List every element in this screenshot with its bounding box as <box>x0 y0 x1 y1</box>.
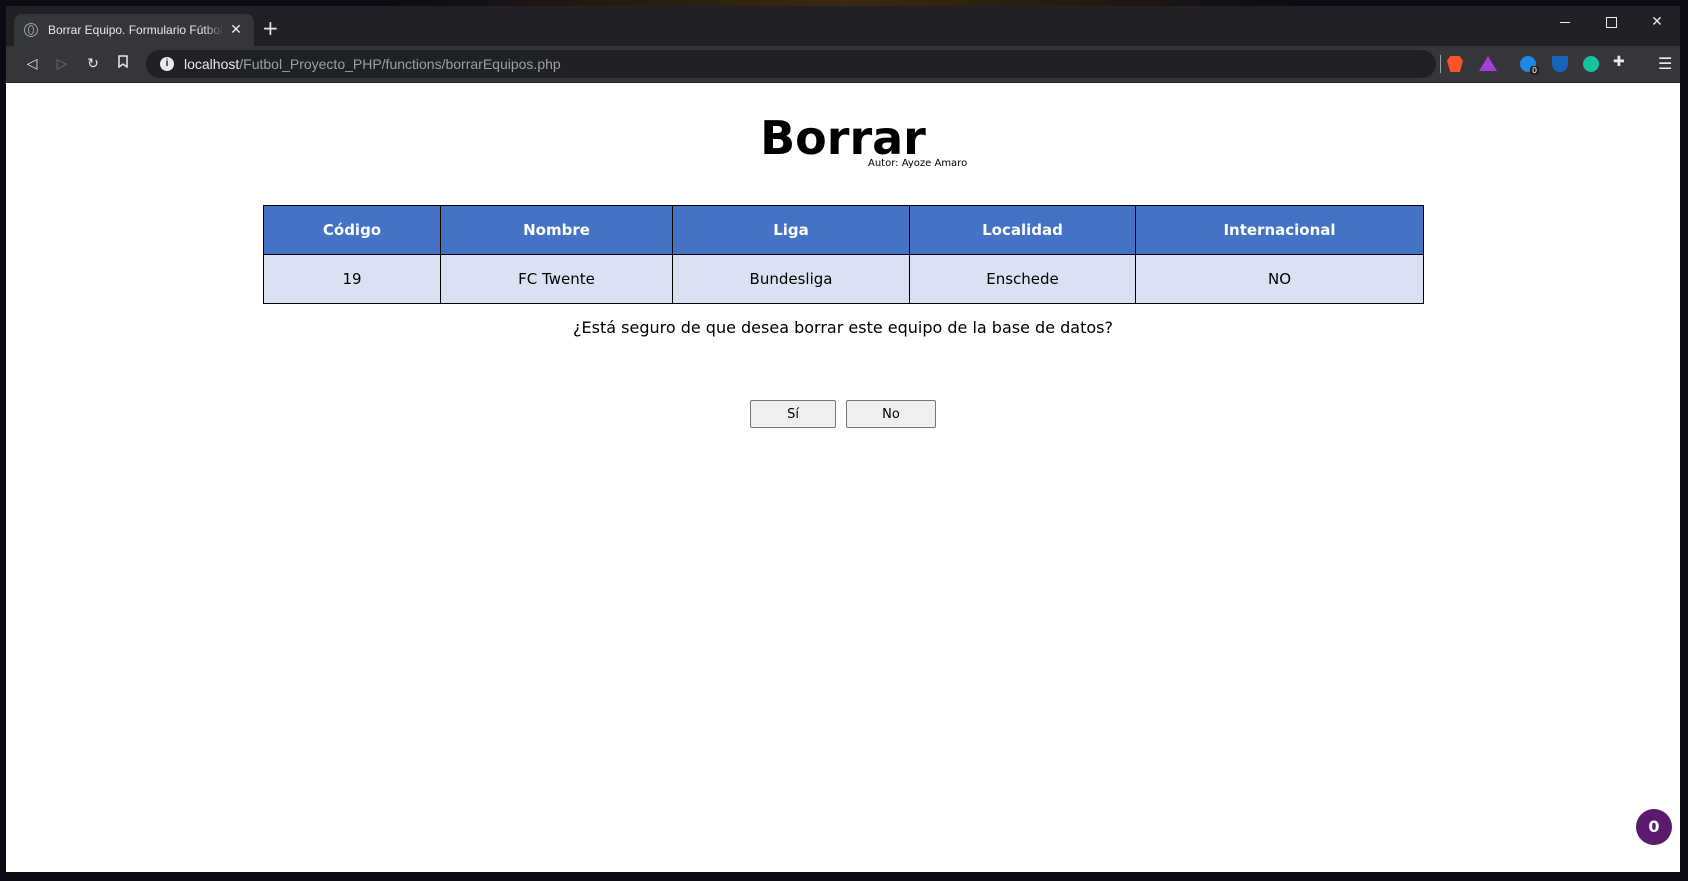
extension-badge: 0 <box>1530 66 1540 75</box>
back-icon[interactable]: ◁ <box>22 54 42 74</box>
table-cell: Enschede <box>909 254 1136 304</box>
no-button[interactable]: No <box>846 400 936 428</box>
site-info-icon[interactable]: i <box>160 57 174 71</box>
brave-rewards-icon[interactable] <box>1479 56 1497 71</box>
globe-icon <box>24 23 38 37</box>
title-bar: Borrar Equipo. Formulario Fútbol P ✕ + ✕ <box>6 6 1680 46</box>
reload-icon[interactable]: ↻ <box>83 54 103 74</box>
column-header: Liga <box>672 205 910 255</box>
confirmation-question: ¿Está seguro de que desea borrar este eq… <box>573 318 1113 337</box>
close-window-button[interactable]: ✕ <box>1634 14 1680 30</box>
table-cell: NO <box>1135 254 1424 304</box>
page-content: Borrar Autor: Ayoze Amaro Código Nombre … <box>6 83 1680 872</box>
address-bar[interactable]: i localhost/Futbol_Proyecto_PHP/function… <box>146 50 1436 78</box>
column-header: Nombre <box>440 205 673 255</box>
notification-counter-badge[interactable]: 0 <box>1636 809 1672 845</box>
author-label: Autor: Ayoze Amaro <box>868 158 968 169</box>
forward-icon[interactable]: ▷ <box>52 54 72 74</box>
new-tab-button[interactable]: + <box>262 18 279 38</box>
column-header: Código <box>263 205 441 255</box>
minimize-button[interactable] <box>1542 14 1588 30</box>
extensions-puzzle-icon[interactable]: ✚ <box>1613 54 1625 70</box>
column-header: Internacional <box>1135 205 1424 255</box>
maximize-button[interactable] <box>1588 14 1634 30</box>
browser-window: Borrar Equipo. Formulario Fútbol P ✕ + ✕… <box>6 6 1680 872</box>
bookmark-icon[interactable] <box>113 54 133 74</box>
table-cell: 19 <box>263 254 441 304</box>
brave-shields-icon[interactable] <box>1447 56 1463 72</box>
close-tab-icon[interactable]: ✕ <box>228 22 244 38</box>
browser-tab[interactable]: Borrar Equipo. Formulario Fútbol P ✕ <box>14 14 254 46</box>
grammarly-icon[interactable] <box>1583 56 1599 72</box>
table-cell: Bundesliga <box>672 254 910 304</box>
extension-shield-icon[interactable] <box>1552 56 1568 72</box>
team-table: Código Nombre Liga Localidad Internacion… <box>263 205 1424 304</box>
url-host: localhost <box>184 56 240 72</box>
table-header-row: Código Nombre Liga Localidad Internacion… <box>263 205 1424 255</box>
page-title: Borrar <box>760 111 926 165</box>
table-row: 19 FC Twente Bundesliga Enschede NO <box>263 254 1424 304</box>
toolbar-divider <box>1440 55 1441 73</box>
table-cell: FC Twente <box>440 254 673 304</box>
browser-toolbar: ◁ ▷ ↻ i localhost/Futbol_Proyecto_PHP/fu… <box>6 46 1680 83</box>
tab-title: Borrar Equipo. Formulario Fútbol P <box>48 23 224 37</box>
menu-icon[interactable]: ☰ <box>1658 54 1672 73</box>
yes-button[interactable]: Sí <box>750 400 836 428</box>
column-header: Localidad <box>909 205 1136 255</box>
url-path: /Futbol_Proyecto_PHP/functions/borrarEqu… <box>239 56 561 72</box>
